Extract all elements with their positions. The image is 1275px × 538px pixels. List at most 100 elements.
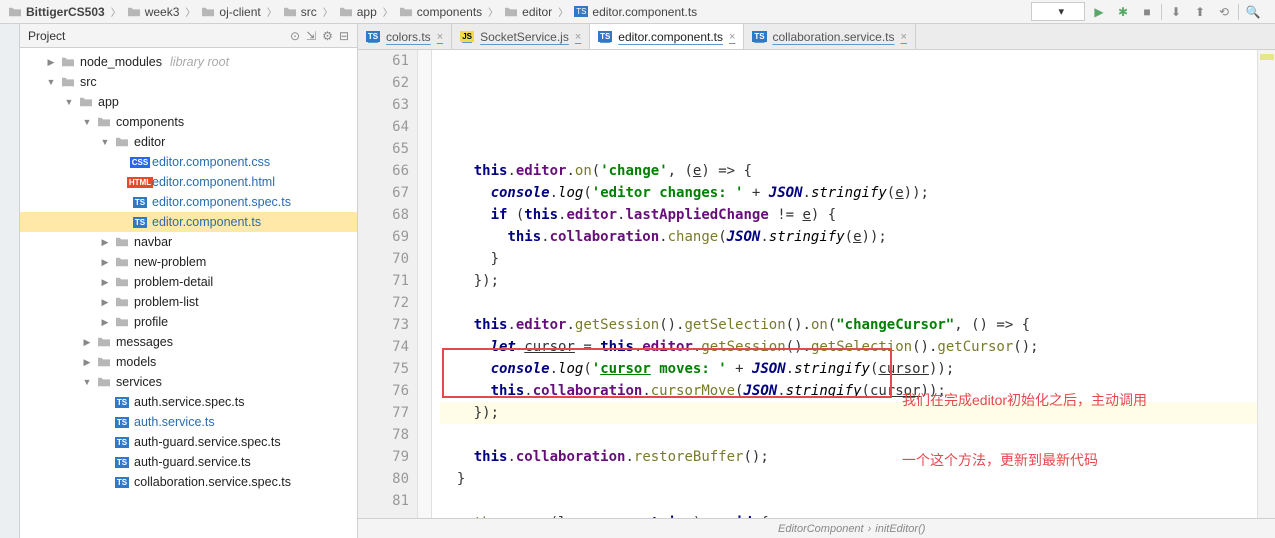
breadcrumb-item[interactable]: oj-client bbox=[197, 3, 264, 21]
fold-gutter[interactable] bbox=[418, 50, 432, 518]
tree-item[interactable]: TSeditor.component.spec.ts bbox=[20, 192, 357, 212]
tree-item[interactable]: ▶problem-detail bbox=[20, 272, 357, 292]
breadcrumb-item[interactable]: editor bbox=[500, 3, 556, 21]
error-stripe[interactable] bbox=[1257, 50, 1275, 518]
tree-item[interactable]: TSauth.service.spec.ts bbox=[20, 392, 357, 412]
tree-item[interactable]: TScollaboration.service.spec.ts bbox=[20, 472, 357, 492]
tree-item[interactable]: TSeditor.component.ts bbox=[20, 212, 357, 232]
editor-tabs: TScolors.ts×JSSocketService.js×TSeditor.… bbox=[358, 24, 1275, 50]
tree-arrow-icon[interactable]: ▶ bbox=[46, 57, 56, 68]
run-icon[interactable]: ▶ bbox=[1089, 2, 1109, 22]
tree-arrow-icon[interactable]: ▼ bbox=[82, 117, 92, 127]
code-line[interactable]: console.log('editor changes: ' + JSON.st… bbox=[440, 182, 1257, 204]
tree-item[interactable]: TSauth-guard.service.ts bbox=[20, 452, 357, 472]
editor-tab[interactable]: JSSocketService.js× bbox=[452, 24, 590, 49]
tree-item[interactable]: ▶ new-problem bbox=[20, 252, 357, 272]
tree-item[interactable]: ▶models bbox=[20, 352, 357, 372]
breadcrumb-item[interactable]: app bbox=[335, 3, 381, 21]
status-class[interactable]: EditorComponent bbox=[778, 523, 864, 535]
breadcrumb-item[interactable]: components bbox=[395, 3, 486, 21]
tree-arrow-icon[interactable]: ▼ bbox=[100, 137, 110, 147]
stop-icon[interactable]: ■ bbox=[1137, 2, 1157, 22]
breadcrumb-item[interactable]: src bbox=[279, 3, 321, 21]
code-line[interactable]: }); bbox=[440, 270, 1257, 292]
code-line[interactable]: setLanguage(language: string): void { bbox=[440, 512, 1257, 518]
folder-icon bbox=[115, 316, 129, 328]
code-line[interactable]: if (this.editor.lastAppliedChange != e) … bbox=[440, 204, 1257, 226]
tree-arrow-icon[interactable]: ▼ bbox=[46, 77, 56, 87]
tree-item[interactable]: ▶node_moduleslibrary root bbox=[20, 52, 357, 72]
tree-arrow-icon[interactable]: ▶ bbox=[82, 337, 92, 348]
tree-label: editor.component.ts bbox=[152, 215, 261, 229]
tree-item[interactable]: ▶messages bbox=[20, 332, 357, 352]
tree-item[interactable]: CSSeditor.component.css bbox=[20, 152, 357, 172]
tree-item[interactable]: ▼ components bbox=[20, 112, 357, 132]
tree-item[interactable]: HTMLeditor.component.html bbox=[20, 172, 357, 192]
tree-label: services bbox=[116, 375, 162, 389]
tree-item[interactable]: ▶navbar bbox=[20, 232, 357, 252]
close-icon[interactable]: × bbox=[575, 31, 581, 43]
folder-icon bbox=[201, 6, 215, 18]
history-icon[interactable]: ⟲ bbox=[1214, 2, 1234, 22]
tree-label: editor bbox=[134, 135, 165, 149]
close-icon[interactable]: × bbox=[729, 31, 735, 43]
ts-file-icon: TS bbox=[598, 31, 612, 42]
tree-label: profile bbox=[134, 315, 168, 329]
tree-arrow-icon[interactable]: ▶ bbox=[100, 317, 110, 328]
folder-icon bbox=[61, 56, 75, 68]
tree-item[interactable]: ▼ app bbox=[20, 92, 357, 112]
tree-arrow-icon[interactable]: ▶ bbox=[100, 237, 110, 248]
left-gutter-tabs[interactable] bbox=[0, 24, 20, 538]
editor-pane: TScolors.ts×JSSocketService.js×TSeditor.… bbox=[358, 24, 1275, 538]
code-line[interactable]: this.editor.getSession().getSelection().… bbox=[440, 314, 1257, 336]
folder-icon bbox=[115, 236, 129, 248]
tree-item[interactable]: ▶ profile bbox=[20, 312, 357, 332]
status-method[interactable]: initEditor() bbox=[875, 523, 925, 535]
locate-icon[interactable]: ⊙ bbox=[290, 29, 300, 43]
editor-body[interactable]: 6162636465666768697071727374757677787980… bbox=[358, 50, 1275, 518]
vcs-update-icon[interactable]: ⬇ bbox=[1166, 2, 1186, 22]
search-icon[interactable]: 🔍 bbox=[1243, 2, 1263, 22]
folder-icon bbox=[79, 96, 93, 108]
tree-item[interactable]: ▼ services bbox=[20, 372, 357, 392]
code-area[interactable]: this.editor.on('change', (e) => { consol… bbox=[432, 50, 1257, 518]
tree-arrow-icon[interactable]: ▶ bbox=[100, 257, 110, 268]
tree-arrow-icon[interactable]: ▶ bbox=[100, 277, 110, 288]
tree-arrow-icon[interactable]: ▼ bbox=[82, 377, 92, 387]
tree-item[interactable]: TSauth-guard.service.spec.ts bbox=[20, 432, 357, 452]
code-line[interactable] bbox=[440, 292, 1257, 314]
close-icon[interactable]: × bbox=[437, 31, 443, 43]
tree-arrow-icon[interactable]: ▶ bbox=[100, 297, 110, 308]
code-line[interactable]: this.collaboration.change(JSON.stringify… bbox=[440, 226, 1257, 248]
tree-label: components bbox=[116, 115, 184, 129]
code-line[interactable]: } bbox=[440, 248, 1257, 270]
tree-item[interactable]: ▶problem-list bbox=[20, 292, 357, 312]
breadcrumb-item[interactable]: TSeditor.component.ts bbox=[570, 3, 701, 21]
editor-tab[interactable]: TSeditor.component.ts× bbox=[590, 24, 744, 49]
tree-item[interactable]: TSauth.service.ts bbox=[20, 412, 357, 432]
folder-icon bbox=[115, 136, 129, 148]
vcs-commit-icon[interactable]: ⬆ bbox=[1190, 2, 1210, 22]
project-tree[interactable]: ▶node_moduleslibrary root▼src▼app▼compon… bbox=[20, 48, 357, 538]
tree-label: app bbox=[98, 95, 119, 109]
breadcrumb-item[interactable]: week3 bbox=[123, 3, 184, 21]
close-icon[interactable]: × bbox=[901, 31, 907, 43]
settings-icon[interactable]: ⚙ bbox=[322, 29, 333, 43]
code-line[interactable]: this.editor.on('change', (e) => { bbox=[440, 160, 1257, 182]
folder-icon bbox=[97, 376, 111, 388]
run-config-dropdown[interactable]: ▾ bbox=[1031, 2, 1085, 21]
tree-item[interactable]: ▼ editor bbox=[20, 132, 357, 152]
tree-label: new-problem bbox=[134, 255, 206, 269]
tree-arrow-icon[interactable]: ▼ bbox=[64, 97, 74, 107]
collapse-icon[interactable]: ⇲ bbox=[306, 29, 316, 43]
ts-file-icon: TS bbox=[115, 457, 129, 468]
folder-icon bbox=[504, 6, 518, 18]
tree-arrow-icon[interactable]: ▶ bbox=[82, 357, 92, 368]
debug-icon[interactable]: ✱ bbox=[1113, 2, 1133, 22]
editor-tab[interactable]: TScolors.ts× bbox=[358, 24, 452, 49]
code-line[interactable] bbox=[440, 138, 1257, 160]
hide-icon[interactable]: ⊟ bbox=[339, 29, 349, 43]
editor-tab[interactable]: TScollaboration.service.ts× bbox=[744, 24, 916, 49]
tree-item[interactable]: ▼src bbox=[20, 72, 357, 92]
breadcrumb-item[interactable]: BittigerCS503 bbox=[4, 3, 109, 21]
